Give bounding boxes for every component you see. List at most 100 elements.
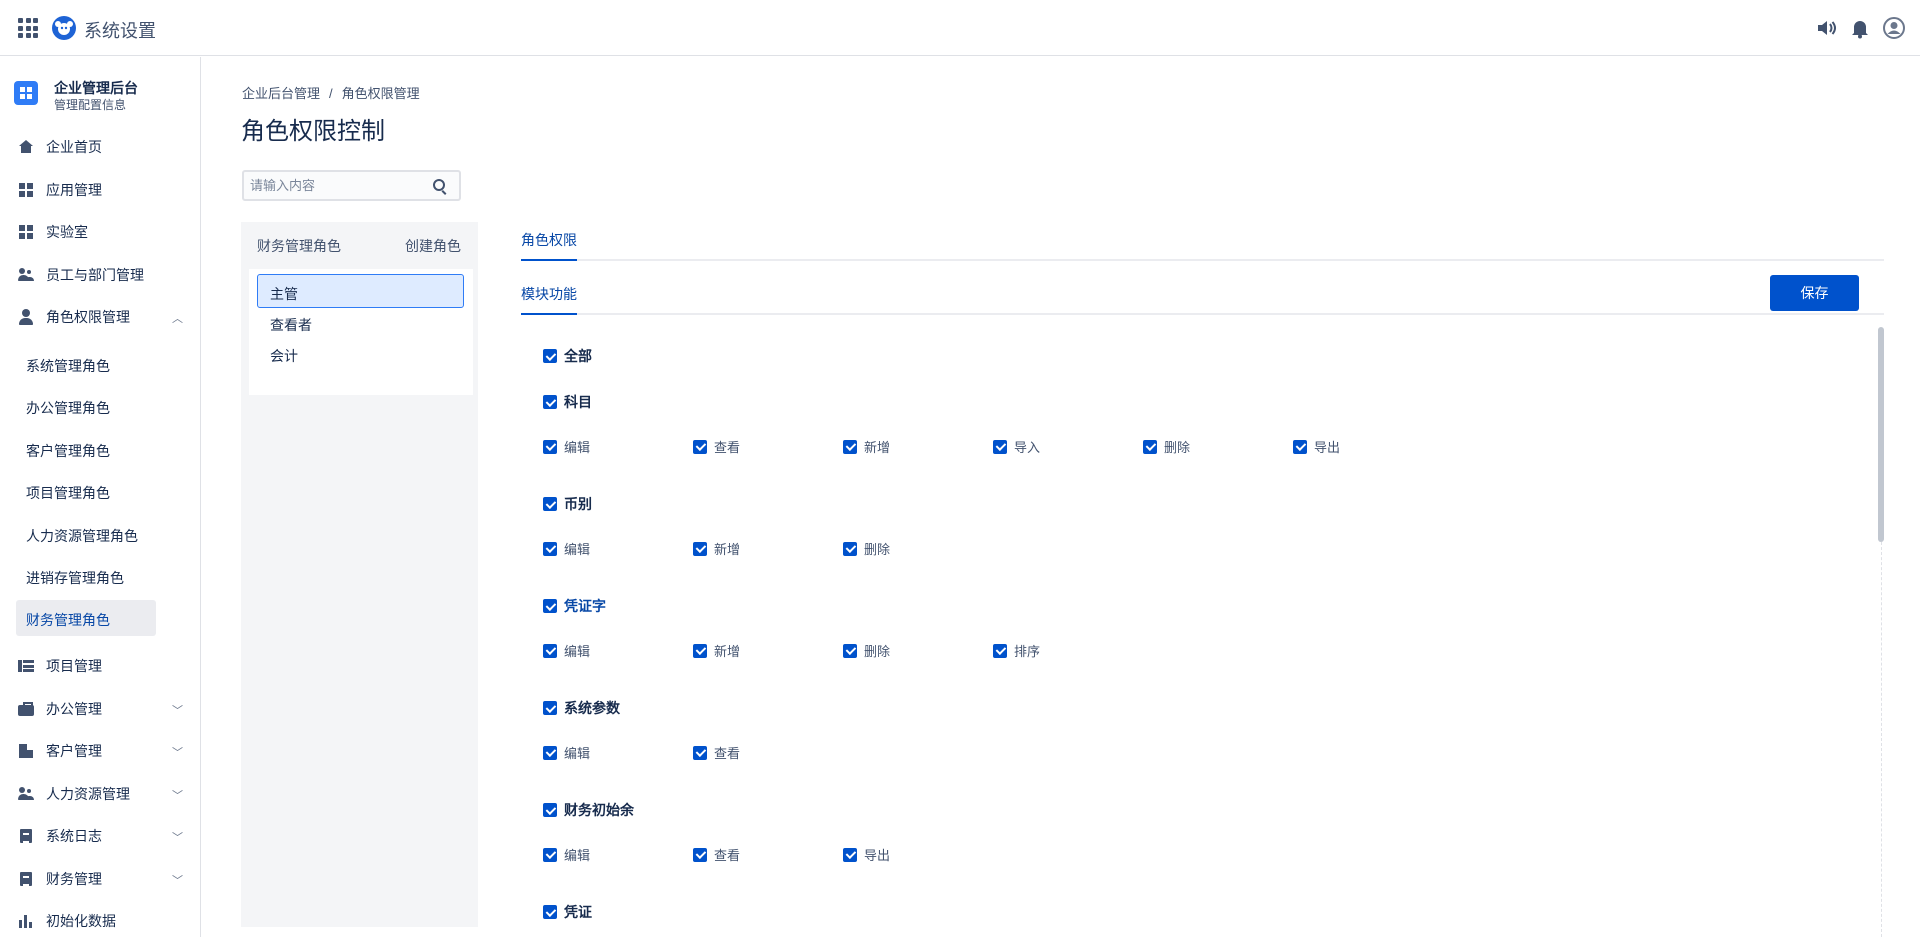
checkbox-label: 编辑 bbox=[564, 542, 591, 557]
search-box[interactable] bbox=[242, 170, 461, 201]
checkbox-group[interactable]: 财务初始余 bbox=[543, 800, 634, 820]
tab-module-functions[interactable]: 模块功能 bbox=[521, 284, 577, 304]
sidebar-item-staff[interactable]: 员工与部门管理 bbox=[18, 264, 183, 286]
checkbox-group[interactable]: 凭证字 bbox=[543, 596, 606, 616]
breadcrumb-current[interactable]: 角色权限管理 bbox=[342, 86, 420, 101]
sidebar-subitem[interactable]: 客户管理角色 bbox=[26, 441, 110, 461]
checkbox-group[interactable]: 科目 bbox=[543, 392, 592, 412]
sidebar-item-hr[interactable]: 人力资源管理 ﹀ bbox=[18, 783, 183, 805]
checkbox-option[interactable]: 新增 bbox=[843, 437, 890, 456]
checkbox-option[interactable]: 查看 bbox=[693, 743, 740, 762]
sidebar-brand[interactable]: 企业管理后台 管理配置信息 bbox=[14, 79, 138, 113]
home-icon bbox=[18, 139, 34, 155]
sidebar-item-init-data[interactable]: 初始化数据 bbox=[18, 910, 183, 932]
checkbox-checked-icon bbox=[693, 745, 707, 760]
checkbox-label: 查看 bbox=[714, 848, 741, 863]
checkbox-label: 导出 bbox=[1314, 440, 1341, 455]
logo-icon bbox=[52, 16, 76, 40]
sidebar-item-label: 客户管理 bbox=[46, 743, 102, 759]
breadcrumb-parent[interactable]: 企业后台管理 bbox=[242, 86, 320, 101]
checkbox-option[interactable]: 编辑 bbox=[543, 743, 590, 762]
save-button[interactable]: 保存 bbox=[1770, 275, 1859, 311]
user-avatar-icon[interactable] bbox=[1882, 16, 1906, 40]
sidebar-subitem[interactable]: 项目管理角色 bbox=[26, 483, 110, 503]
sidebar-item-office[interactable]: 办公管理 ﹀ bbox=[18, 698, 183, 720]
sidebar-item-logs[interactable]: 系统日志 ﹀ bbox=[18, 825, 183, 847]
role-item-selected[interactable]: 主管 bbox=[270, 284, 298, 304]
bar-chart-icon bbox=[18, 913, 34, 929]
checkbox-option[interactable]: 删除 bbox=[843, 641, 890, 660]
checkbox-checked-icon bbox=[543, 349, 557, 363]
checkbox-label: 导入 bbox=[1014, 440, 1041, 455]
checkbox-option[interactable]: 查看 bbox=[693, 437, 740, 456]
sidebar-item-apps[interactable]: 应用管理 bbox=[18, 179, 183, 201]
checkbox-group[interactable]: 系统参数 bbox=[543, 698, 620, 718]
checkbox-option[interactable]: 删除 bbox=[843, 539, 890, 558]
checkbox-checked-icon bbox=[543, 905, 557, 919]
search-icon[interactable] bbox=[433, 179, 445, 191]
checkbox-checked-icon bbox=[693, 643, 707, 658]
checkbox-checked-icon bbox=[1143, 439, 1157, 454]
checkbox-option[interactable]: 新增 bbox=[693, 539, 740, 558]
checkbox-label: 导出 bbox=[864, 848, 891, 863]
tab-divider bbox=[521, 259, 1884, 261]
app-switcher-icon[interactable] bbox=[18, 18, 38, 38]
checkbox-option[interactable]: 编辑 bbox=[543, 845, 590, 864]
checkbox-label: 凭证 bbox=[564, 904, 592, 920]
sidebar-item-customers[interactable]: 客户管理 ﹀ bbox=[18, 740, 183, 762]
checkbox-option[interactable]: 查看 bbox=[693, 845, 740, 864]
search-input[interactable] bbox=[244, 172, 414, 199]
sidebar-subitem-active[interactable]: 财务管理角色 bbox=[26, 610, 110, 630]
checkbox-option[interactable]: 编辑 bbox=[543, 437, 590, 456]
sidebar-item-finance[interactable]: 财务管理 ﹀ bbox=[18, 868, 183, 890]
create-role-button[interactable]: 创建角色 bbox=[405, 236, 461, 256]
checkbox-checked-icon bbox=[543, 395, 557, 409]
brand-title: 企业管理后台 bbox=[54, 80, 138, 96]
checkbox-checked-icon bbox=[693, 439, 707, 454]
checkbox-all[interactable]: 全部 bbox=[543, 346, 592, 366]
role-item[interactable]: 查看者 bbox=[270, 315, 312, 335]
checkbox-checked-icon bbox=[543, 847, 557, 862]
checkbox-label: 财务初始余 bbox=[564, 802, 634, 818]
sidebar-item-lab[interactable]: 实验室 bbox=[18, 221, 183, 243]
sidebar-item-projects[interactable]: 项目管理 bbox=[18, 655, 183, 677]
sidebar-subitem[interactable]: 人力资源管理角色 bbox=[26, 526, 138, 546]
checkbox-group[interactable]: 币别 bbox=[543, 494, 592, 514]
checkbox-label: 删除 bbox=[1164, 440, 1191, 455]
document-icon bbox=[18, 871, 34, 887]
checkbox-label: 新增 bbox=[864, 440, 891, 455]
role-panel: 财务管理角色 创建角色 主管 查看者 会计 bbox=[241, 222, 478, 927]
checkbox-label: 编辑 bbox=[564, 644, 591, 659]
sidebar-item-home[interactable]: 企业首页 bbox=[18, 136, 183, 158]
checkbox-option[interactable]: 新增 bbox=[693, 641, 740, 660]
checkbox-group[interactable]: 凭证 bbox=[543, 902, 592, 922]
checkbox-label: 排序 bbox=[1014, 644, 1041, 659]
sidebar-item-label: 角色权限管理 bbox=[46, 309, 130, 325]
scrollbar[interactable] bbox=[1878, 327, 1884, 542]
checkbox-label: 编辑 bbox=[564, 848, 591, 863]
checkbox-label: 删除 bbox=[864, 542, 891, 557]
bell-icon[interactable] bbox=[1848, 16, 1872, 40]
checkbox-option[interactable]: 编辑 bbox=[543, 539, 590, 558]
sidebar: 企业管理后台 管理配置信息 企业首页 应用管理 实验室 员工与部门管理 角色权限… bbox=[0, 57, 201, 937]
tab-divider bbox=[521, 313, 1884, 315]
checkbox-option[interactable]: 删除 bbox=[1143, 437, 1190, 456]
sidebar-subitem[interactable]: 办公管理角色 bbox=[26, 398, 110, 418]
sidebar-subitem[interactable]: 系统管理角色 bbox=[26, 356, 110, 376]
checkbox-option[interactable]: 导出 bbox=[843, 845, 890, 864]
checkbox-option[interactable]: 导出 bbox=[1293, 437, 1340, 456]
sidebar-subitem[interactable]: 进销存管理角色 bbox=[26, 568, 124, 588]
checkbox-option[interactable]: 导入 bbox=[993, 437, 1040, 456]
checkbox-label: 全部 bbox=[564, 348, 592, 364]
page-title: 角色权限控制 bbox=[241, 118, 385, 145]
checkbox-checked-icon bbox=[543, 701, 557, 715]
role-item[interactable]: 会计 bbox=[270, 346, 298, 366]
tab-role-permissions[interactable]: 角色权限 bbox=[521, 230, 577, 250]
role-list: 主管 查看者 会计 bbox=[249, 269, 473, 395]
sidebar-item-roles[interactable]: 角色权限管理 ︿ bbox=[18, 306, 183, 328]
checkbox-checked-icon bbox=[843, 643, 857, 658]
speaker-icon[interactable] bbox=[1814, 16, 1838, 40]
checkbox-option[interactable]: 编辑 bbox=[543, 641, 590, 660]
checkbox-option[interactable]: 排序 bbox=[993, 641, 1040, 660]
checkbox-checked-icon bbox=[543, 643, 557, 658]
